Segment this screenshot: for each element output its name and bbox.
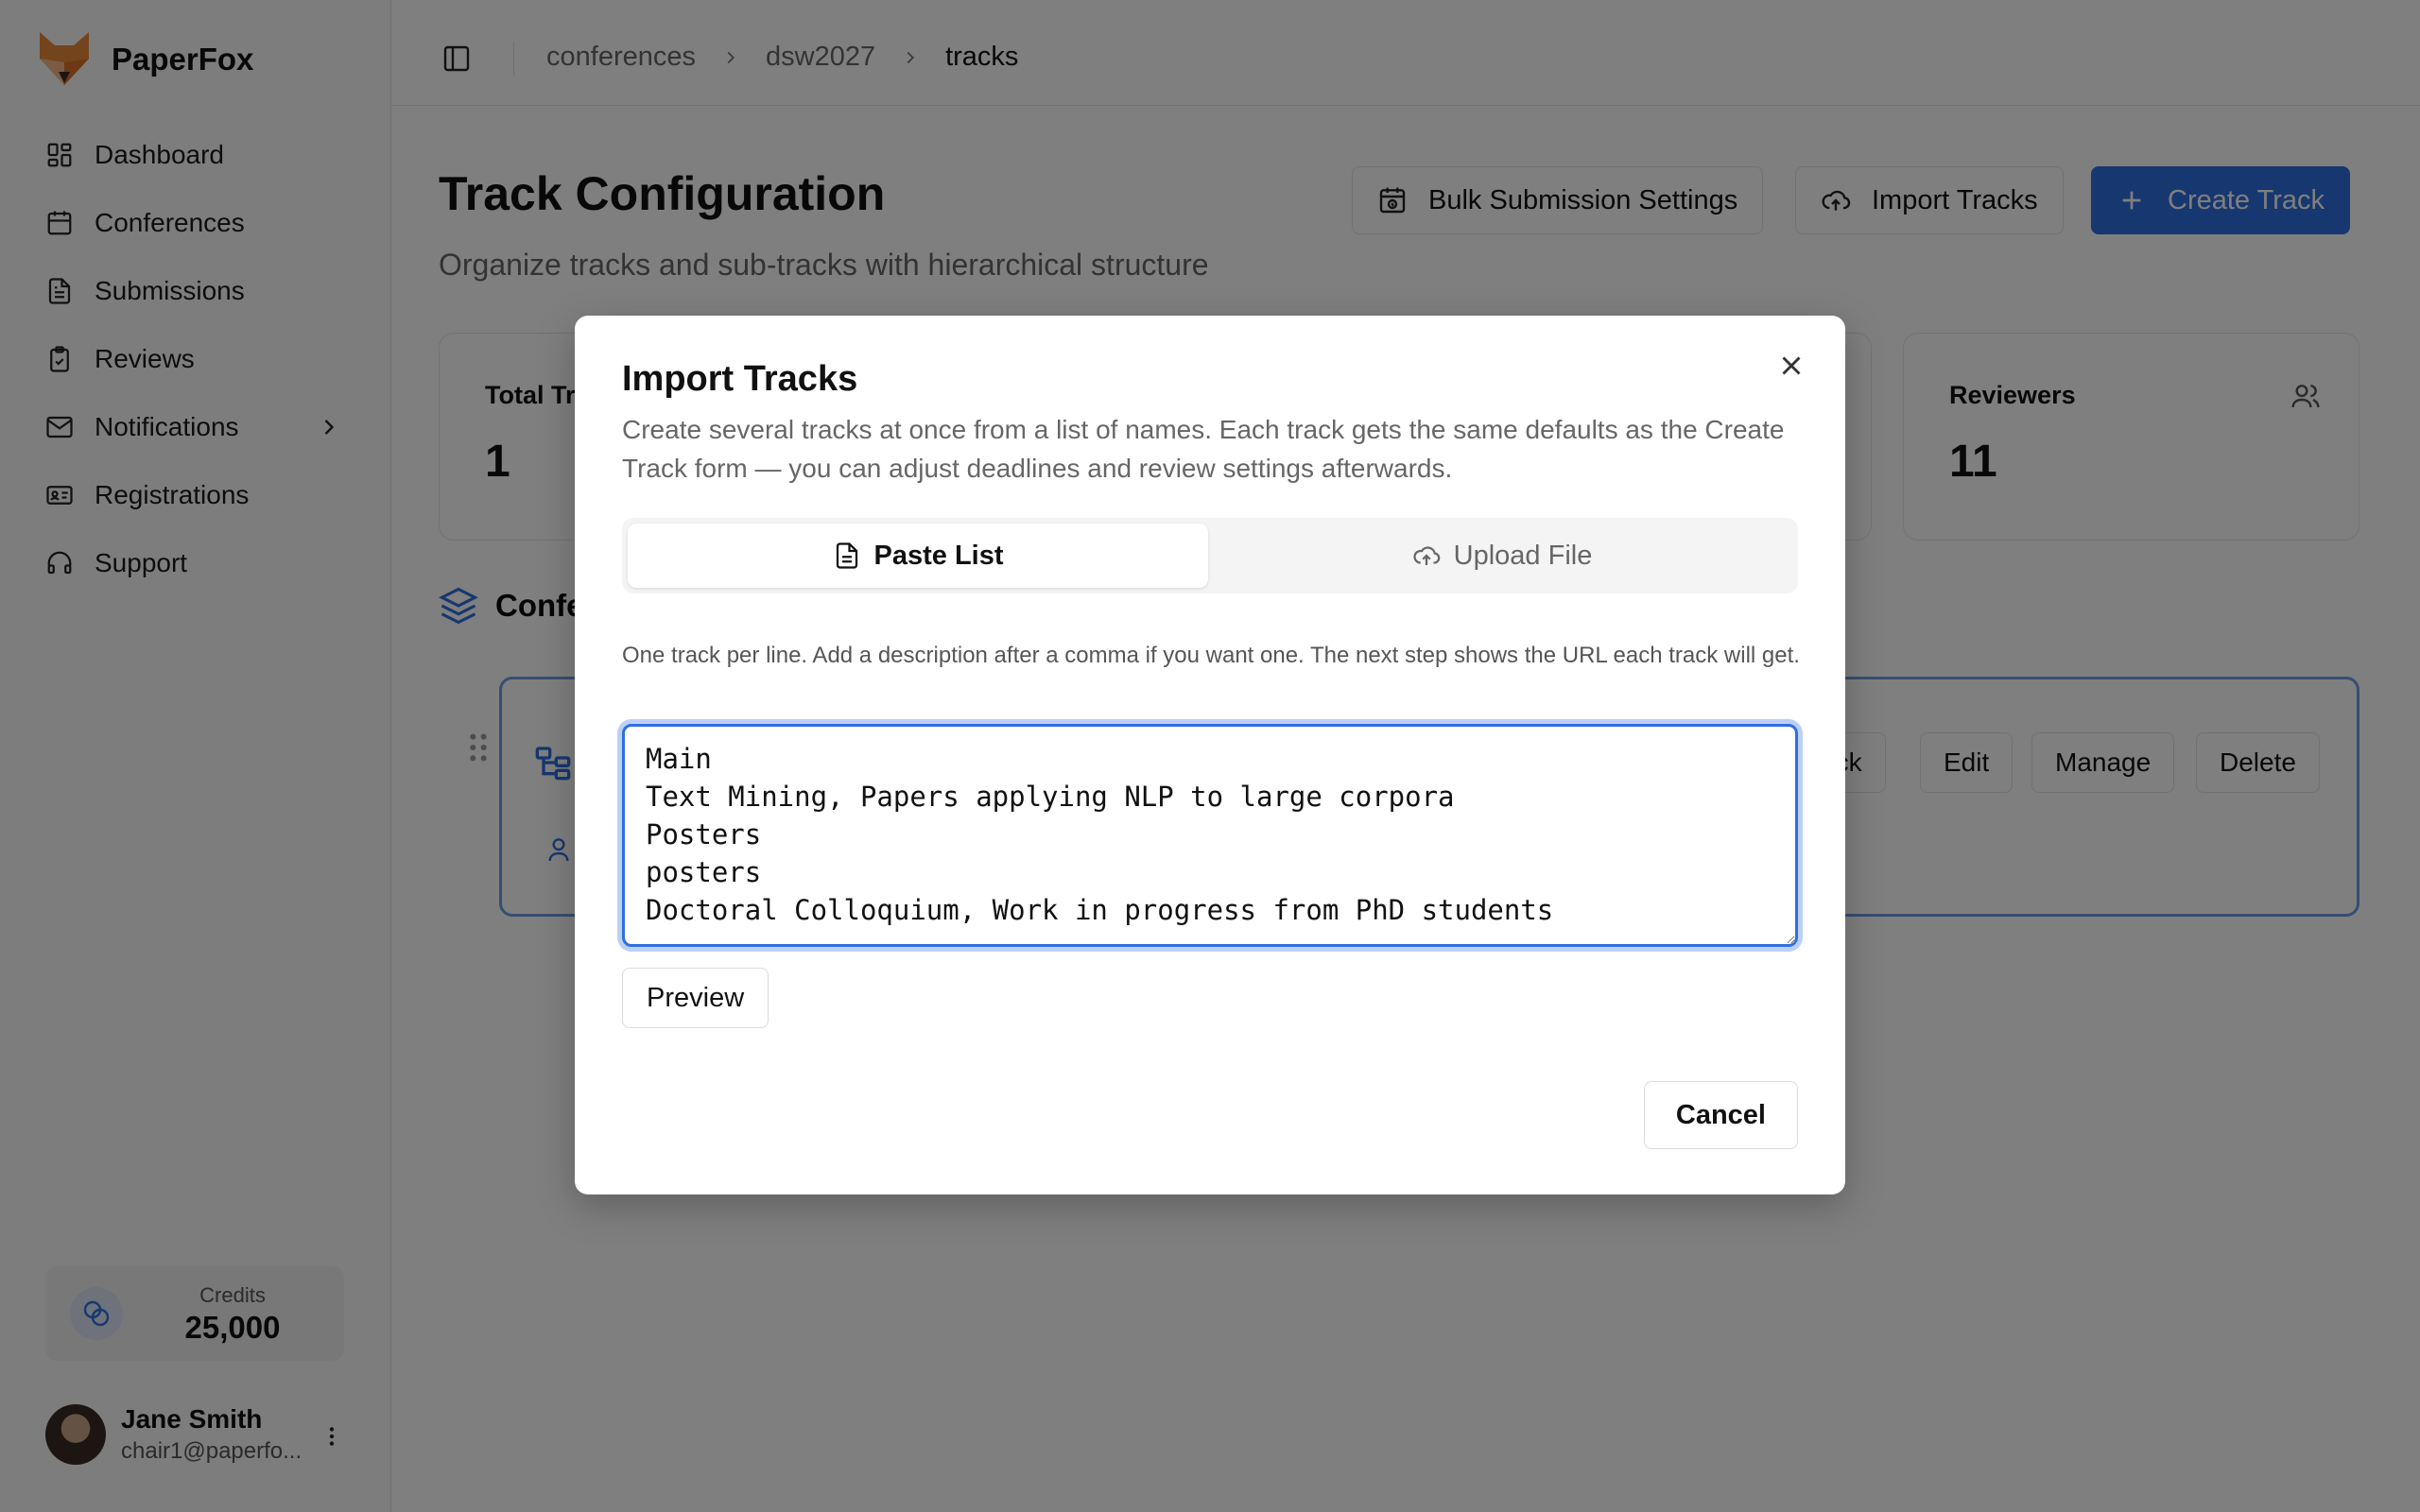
tab-label: Upload File [1453,540,1593,571]
import-tracks-dialog: Import Tracks Create several tracks at o… [575,316,1845,1194]
import-mode-tabs: Paste List Upload File [622,518,1798,593]
preview-label: Preview [647,982,745,1013]
cancel-button[interactable]: Cancel [1643,1081,1798,1149]
cancel-label: Cancel [1675,1099,1766,1130]
dialog-title: Import Tracks [622,359,858,399]
tab-paste-list[interactable]: Paste List [628,524,1208,588]
paste-list-hint: One track per line. Add a description af… [622,643,1800,668]
tab-upload-file[interactable]: Upload File [1212,524,1792,588]
close-icon[interactable] [1775,350,1807,382]
cloud-upload-icon [1413,546,1440,565]
dialog-description: Create several tracks at once from a lis… [622,415,1785,483]
file-text-icon [836,542,857,569]
preview-button[interactable]: Preview [622,968,769,1028]
track-list-textarea[interactable]: Main Text Mining, Papers applying NLP to… [622,724,1798,947]
tab-label: Paste List [873,540,1004,571]
